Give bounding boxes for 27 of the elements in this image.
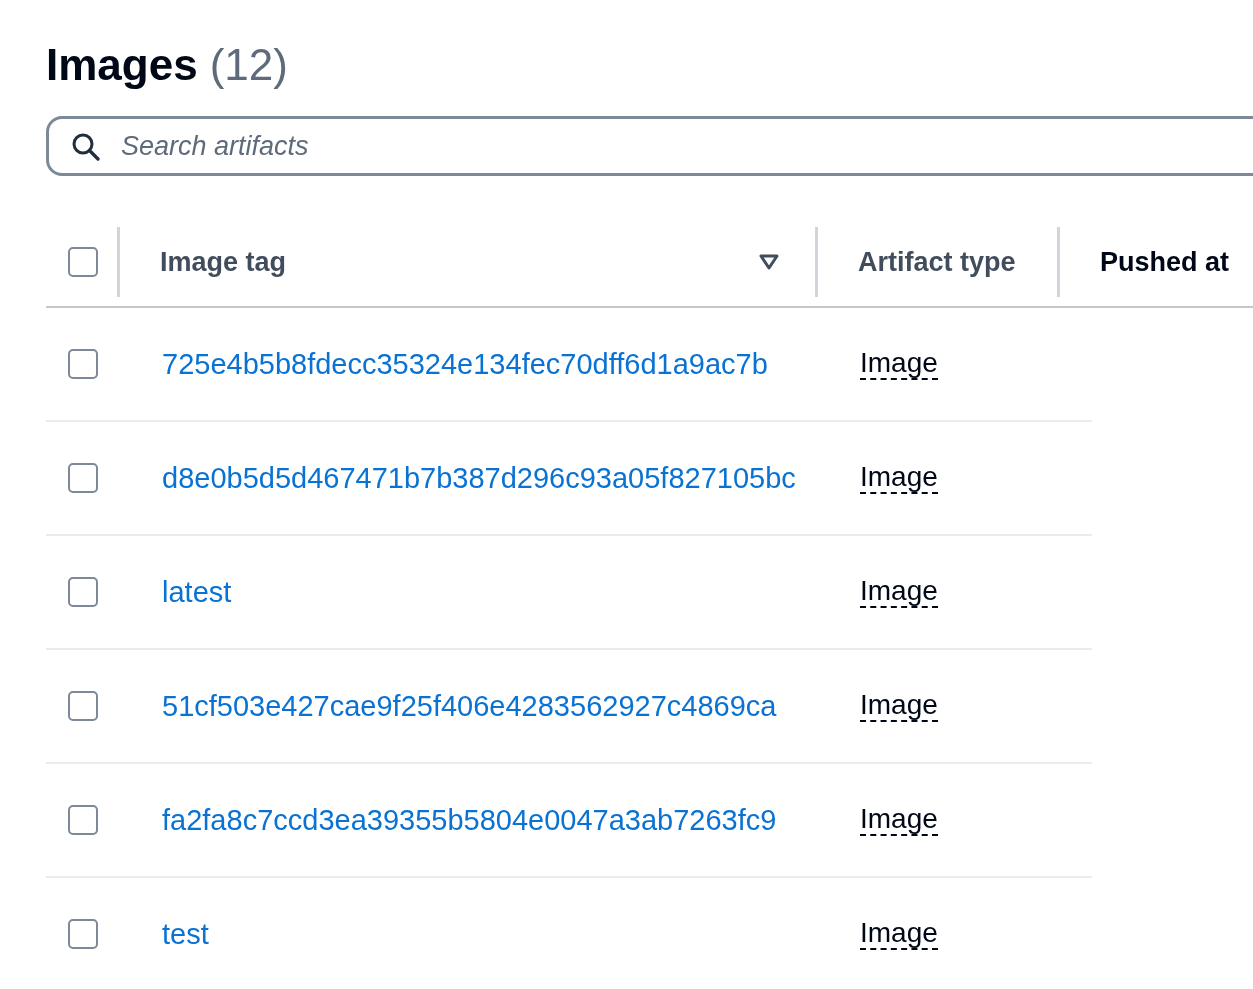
row-checkbox[interactable] (68, 805, 98, 835)
artifact-type-link[interactable]: Image (860, 689, 938, 723)
row-checkbox[interactable] (68, 463, 98, 493)
image-tag-link[interactable]: d8e0b5d5d467471b7b387d296c93a05f827105bc (162, 461, 796, 495)
row-checkbox[interactable] (68, 349, 98, 379)
search-field[interactable]: Search artifacts (46, 116, 1253, 176)
select-all-checkbox[interactable] (68, 247, 98, 277)
column-header[interactable]: Image tag (160, 246, 287, 278)
column-header[interactable]: Artifact type (858, 246, 1016, 278)
image-tag-link[interactable]: latest (162, 575, 232, 609)
artifact-type-link[interactable]: Image (860, 575, 938, 609)
artifact-type-link[interactable]: Image (860, 803, 938, 837)
item-count: (12) (209, 40, 288, 90)
artifact-type-link[interactable]: Image (860, 917, 938, 951)
image-tag-link[interactable]: test (162, 917, 209, 951)
image-tag-link[interactable]: fa2fa8c7ccd3ea39355b5804e0047a3ab7263fc9 (162, 803, 777, 837)
page-title: Images (46, 40, 198, 90)
search-icon (71, 132, 101, 162)
image-tag-link[interactable]: 725e4b5b8fdecc35324e134fec70dff6d1a9ac7b (162, 347, 768, 381)
artifact-type-link[interactable]: Image (860, 347, 938, 381)
row-checkbox[interactable] (68, 691, 98, 721)
row-checkbox[interactable] (68, 919, 98, 949)
artifact-type-link[interactable]: Image (860, 461, 938, 495)
row-checkbox[interactable] (68, 577, 98, 607)
column-header[interactable]: Pushed at (1100, 246, 1230, 278)
sort-caret-icon[interactable] (759, 254, 779, 270)
image-tag-link[interactable]: 51cf503e427cae9f25f406e4283562927c4869ca (162, 689, 777, 723)
